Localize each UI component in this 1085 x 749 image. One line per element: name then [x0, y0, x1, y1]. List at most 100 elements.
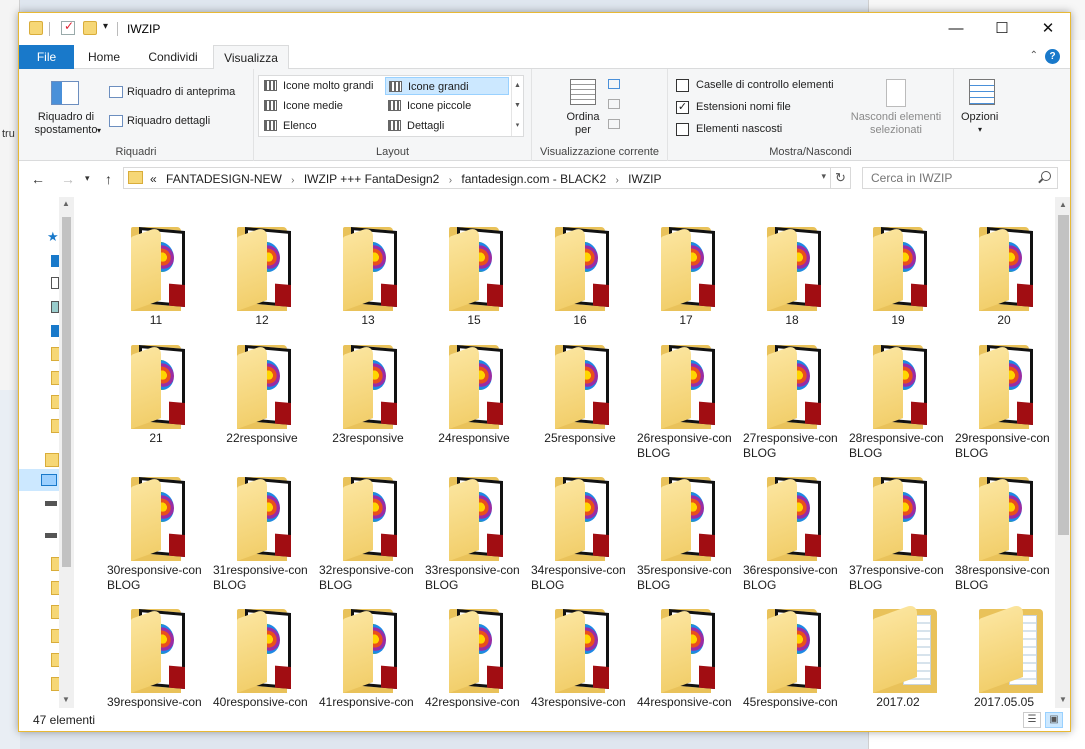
folder-item[interactable]: 20	[951, 209, 1055, 333]
folder-item[interactable]: 18	[739, 209, 845, 333]
options-button[interactable]: Opzioni	[961, 111, 998, 123]
folder-item[interactable]: 43responsive-con BLOG	[527, 591, 633, 708]
new-folder-icon[interactable]	[83, 21, 97, 35]
folder-item[interactable]: 22responsive	[209, 327, 315, 451]
layout-list[interactable]: Elenco	[261, 117, 381, 135]
folder-item[interactable]: 15	[421, 209, 527, 333]
breadcrumb-overflow[interactable]: «	[150, 172, 157, 186]
folder-item[interactable]: 42responsive-con BLOG	[421, 591, 527, 708]
breadcrumb-item[interactable]: fantadesign.com - BLACK2	[461, 172, 606, 186]
preview-pane-button[interactable]: Riquadro di anteprima	[127, 86, 235, 98]
tab-home[interactable]: Home	[77, 45, 131, 69]
folder-item[interactable]: 35responsive-con BLOG	[633, 459, 739, 592]
document-icon[interactable]	[51, 277, 59, 289]
drive-icon[interactable]	[45, 533, 57, 538]
details-view-button[interactable]: ☰	[1023, 712, 1041, 728]
chevron-down-icon[interactable]: ▾	[821, 171, 826, 182]
layout-small-icons[interactable]: Icone piccole	[385, 97, 509, 115]
folder-item[interactable]: 19	[845, 209, 951, 333]
folder-item[interactable]: 27responsive-con BLOG	[739, 327, 845, 460]
back-button[interactable]: ←	[31, 171, 45, 187]
folder-item[interactable]: 26responsive-con BLOG	[633, 327, 739, 460]
folder-item[interactable]: 38responsive-con BLOG	[951, 459, 1055, 592]
content-scroll-thumb[interactable]	[1058, 215, 1069, 535]
navigation-pane-icon[interactable]	[51, 81, 79, 105]
folder-item[interactable]: 17	[633, 209, 739, 333]
search-input[interactable]	[871, 171, 1031, 185]
qat-dropdown-icon[interactable]: ▾	[103, 21, 108, 32]
scroll-up-arrow[interactable]: ▲	[62, 199, 70, 208]
minimize-button[interactable]: —	[933, 13, 979, 45]
folder-item[interactable]: 16	[527, 209, 633, 333]
folder-item[interactable]: 33responsive-con BLOG	[421, 459, 527, 592]
recent-locations-button[interactable]: ▾	[85, 173, 90, 184]
navigation-pane-button[interactable]: Riquadro di spostamento	[27, 111, 105, 137]
folder-item[interactable]: 44responsive-con BLOG	[633, 591, 739, 708]
scroll-down-arrow[interactable]: ▼	[1059, 695, 1067, 704]
folder-icon[interactable]	[45, 453, 59, 467]
folder-item[interactable]: 40responsive-con BLOG	[209, 591, 315, 708]
folder-item[interactable]: 13	[315, 209, 421, 333]
hidden-items-checkbox[interactable]	[676, 123, 689, 136]
folder-item[interactable]: 29responsive-con BLOG	[951, 327, 1055, 460]
breadcrumb-separator[interactable]: ›	[291, 175, 294, 186]
sidebar-item-this-pc[interactable]	[19, 469, 63, 491]
folder-item[interactable]: 24responsive	[421, 327, 527, 451]
folder-item[interactable]: 23responsive	[315, 327, 421, 451]
up-button[interactable]: ↑	[105, 171, 112, 187]
breadcrumb-item[interactable]: FANTADESIGN-NEW	[166, 172, 282, 186]
folder-item[interactable]: 21	[103, 327, 209, 451]
scroll-up-arrow[interactable]: ▲	[1059, 200, 1067, 209]
layout-gallery-scroll[interactable]: ▲ ▼ ▾	[511, 76, 523, 136]
properties-icon[interactable]	[61, 19, 75, 35]
navigation-scroll-thumb[interactable]	[62, 217, 71, 567]
details-pane-button[interactable]: Riquadro dettagli	[127, 115, 210, 127]
breadcrumb-item[interactable]: IWZIP +++ FantaDesign2	[304, 172, 440, 186]
layout-medium-icons[interactable]: Icone medie	[261, 97, 381, 115]
maximize-button[interactable]: ☐	[979, 13, 1025, 45]
close-button[interactable]: ✕	[1025, 13, 1070, 45]
file-extensions-checkbox[interactable]: ✓	[676, 101, 689, 114]
breadcrumb-separator[interactable]: ›	[449, 175, 452, 186]
layout-large-icons[interactable]: Icone grandi	[385, 77, 509, 95]
image-icon[interactable]	[51, 301, 59, 313]
tab-file[interactable]: File	[19, 45, 74, 69]
search-icon[interactable]	[1041, 171, 1051, 181]
folder-item[interactable]: 30responsive-con BLOG	[103, 459, 209, 592]
tab-view[interactable]: Visualizza	[213, 45, 289, 70]
folder-item[interactable]: 2017.02	[845, 591, 951, 708]
search-box[interactable]	[862, 167, 1058, 189]
address-field[interactable]: « FANTADESIGN-NEW › IWZIP +++ FantaDesig…	[123, 167, 831, 189]
folder-item[interactable]: 36responsive-con BLOG	[739, 459, 845, 592]
desktop-icon[interactable]	[51, 255, 59, 267]
forward-button[interactable]: →	[61, 171, 75, 187]
large-icons-view-button[interactable]: ▣	[1045, 712, 1063, 728]
folder-item[interactable]: 32responsive-con BLOG	[315, 459, 421, 592]
breadcrumb-separator[interactable]: ›	[615, 175, 618, 186]
collapse-ribbon-icon[interactable]: ⌃	[1030, 50, 1038, 61]
folder-item[interactable]: 37responsive-con BLOG	[845, 459, 951, 592]
folder-item[interactable]: 41responsive-con BLOG	[315, 591, 421, 708]
folder-item[interactable]: 34responsive-con BLOG	[527, 459, 633, 592]
folder-item[interactable]: 39responsive-con BLOG	[103, 591, 209, 708]
item-checkboxes-checkbox[interactable]	[676, 79, 689, 92]
pc-icon[interactable]	[51, 325, 59, 337]
breadcrumb-item[interactable]: IWZIP	[628, 172, 661, 186]
tab-share[interactable]: Condividi	[135, 45, 211, 69]
folder-item[interactable]: 12	[209, 209, 315, 333]
layout-details[interactable]: Dettagli	[385, 117, 509, 135]
refresh-button[interactable]: ↻	[831, 167, 851, 189]
group-by-icon[interactable]	[608, 79, 620, 89]
folder-item[interactable]: 45responsive-con BLOG	[739, 591, 845, 708]
folder-item[interactable]: 25responsive	[527, 327, 633, 451]
star-icon[interactable]: ★	[47, 229, 59, 245]
drive-icon[interactable]	[45, 501, 57, 506]
scroll-down-arrow[interactable]: ▼	[62, 695, 70, 704]
folder-item[interactable]: 11	[103, 209, 209, 333]
sort-icon[interactable]	[570, 79, 596, 105]
help-icon[interactable]: ?	[1045, 49, 1060, 64]
sort-by-button[interactable]: Ordina per	[566, 111, 600, 137]
folder-item[interactable]: 31responsive-con BLOG	[209, 459, 315, 592]
content-scrollbar[interactable]: ▲ ▼	[1055, 197, 1070, 708]
navigation-scrollbar[interactable]: ▲ ▼	[59, 197, 74, 708]
